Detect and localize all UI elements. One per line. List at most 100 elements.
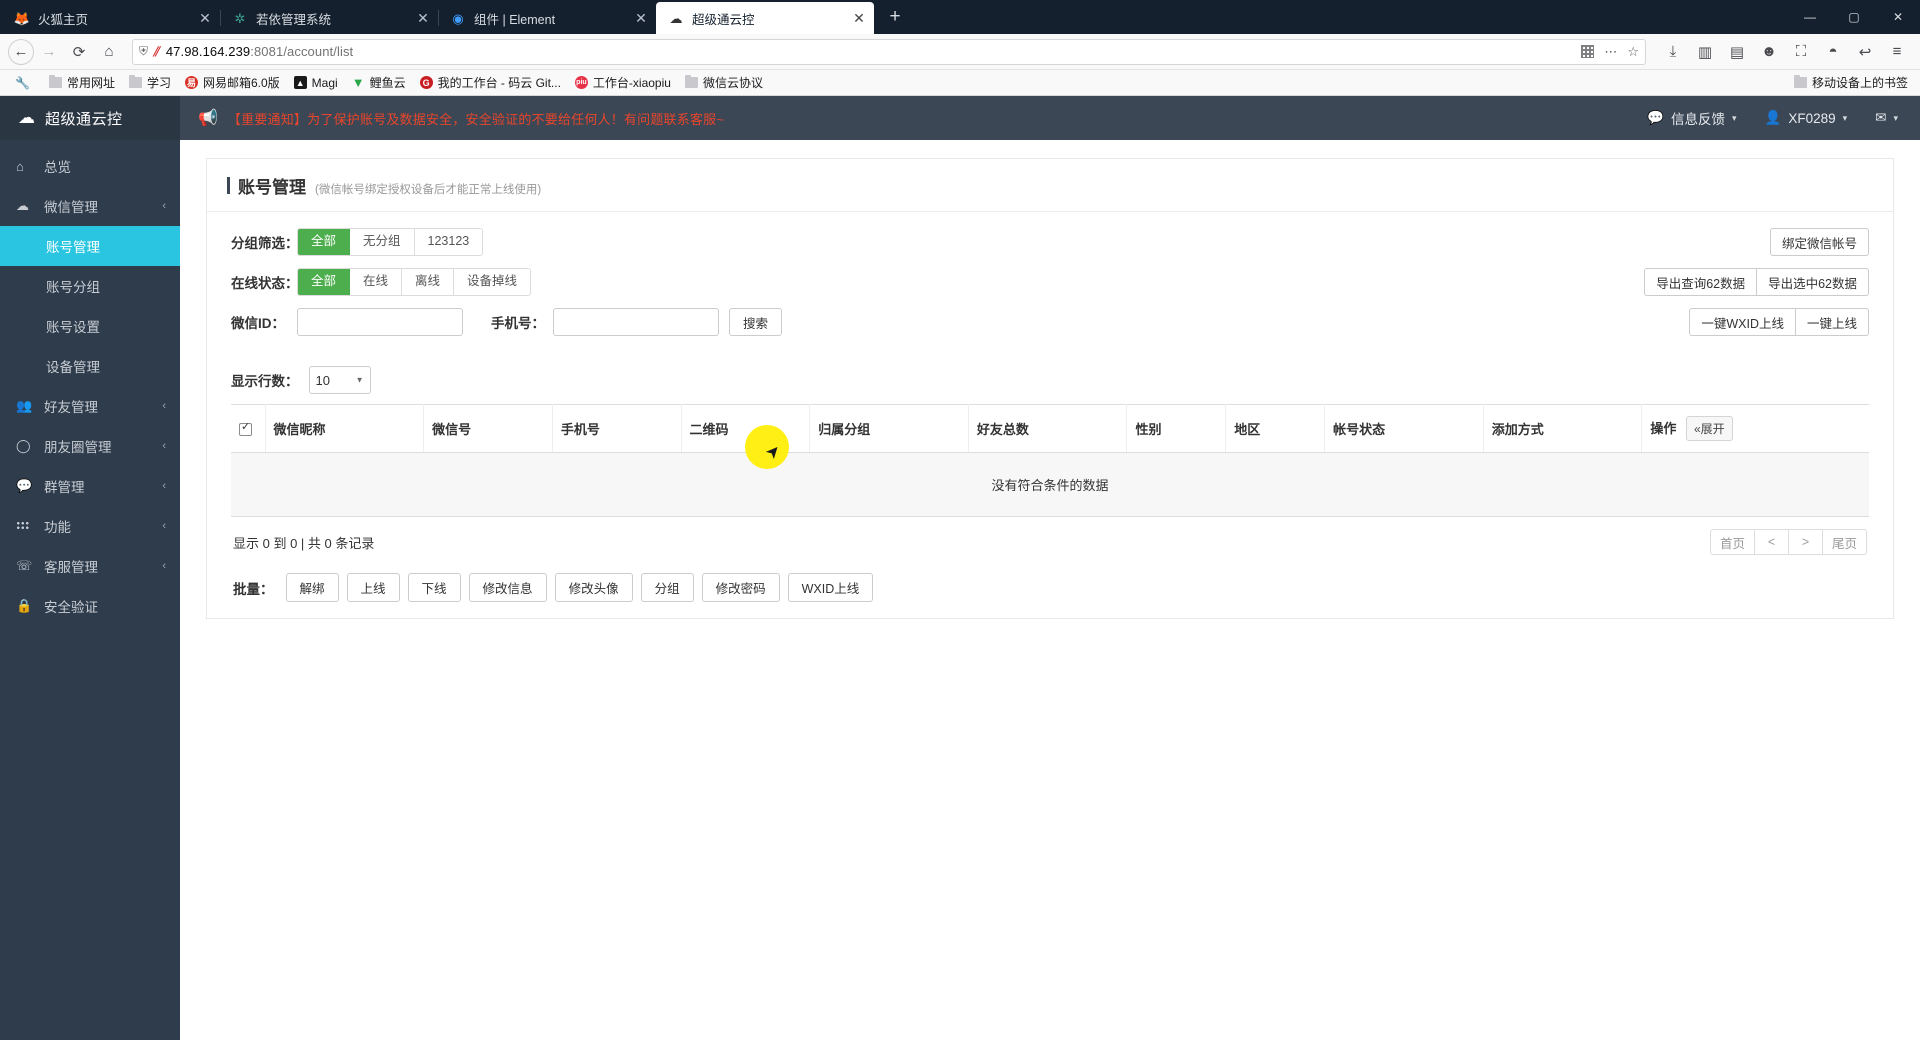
sidebar-item-security-verification[interactable]: 🔒 安全验证 <box>0 586 180 626</box>
reload-icon[interactable]: ⟳ <box>64 37 94 67</box>
url-bar[interactable]: ⛨ ⫽ 47.98.164.239:8081/account/list ⋯ ☆ <box>132 38 1646 65</box>
status-filter-all[interactable]: 全部 <box>298 269 351 295</box>
group-filter-123123[interactable]: 123123 <box>414 229 483 255</box>
library-icon[interactable]: ▥ <box>1690 37 1720 67</box>
select-all-checkbox[interactable] <box>239 421 252 437</box>
rows-per-page-select[interactable]: 10 25 50 100 <box>308 366 371 394</box>
bookmark-item-netease-mail[interactable]: 易 网易邮箱6.0版 <box>178 72 287 94</box>
container-icon[interactable]: ◓ <box>1818 37 1848 67</box>
chevron-left-icon: ‹ <box>162 560 166 572</box>
bookmark-item[interactable]: 🔧 <box>8 72 42 94</box>
status-filter-device-offline[interactable]: 设备掉线 <box>454 269 531 295</box>
browser-tab-1[interactable]: 🦊 火狐主页 ✕ <box>2 2 220 34</box>
close-icon[interactable]: ✕ <box>196 9 214 27</box>
column-nickname[interactable]: 微信昵称 <box>265 404 425 453</box>
maximize-icon[interactable]: ▢ <box>1832 0 1876 34</box>
forward-icon[interactable]: → <box>34 37 64 67</box>
column-wechat-id[interactable]: 微信号 <box>423 404 553 453</box>
pagination-first[interactable]: 首页 <box>1709 529 1755 555</box>
bookmark-item-xuexi[interactable]: 学习 <box>122 72 178 94</box>
close-window-icon[interactable]: ✕ <box>1876 0 1920 34</box>
downloads-icon[interactable]: ⤓ <box>1658 37 1688 67</box>
select-all-header[interactable] <box>231 404 266 453</box>
pagination-next[interactable]: > <box>1788 529 1823 555</box>
sidebar-item-account-settings[interactable]: 账号设置 <box>0 306 180 346</box>
browser-tab-4-active[interactable]: ☁ 超级通云控 ✕ <box>656 2 874 34</box>
batch-unbind-button[interactable]: 解绑 <box>285 573 339 602</box>
clip-icon[interactable]: ⛶ <box>1786 37 1816 67</box>
sidebar-icon[interactable]: ▤ <box>1722 37 1752 67</box>
close-icon[interactable]: ✕ <box>632 9 650 27</box>
group-filter-ungrouped[interactable]: 无分组 <box>350 229 415 255</box>
minimize-icon[interactable]: — <box>1788 0 1832 34</box>
batch-offline-button[interactable]: 下线 <box>407 573 461 602</box>
batch-group-button[interactable]: 分组 <box>640 573 694 602</box>
group-filter-all[interactable]: 全部 <box>298 229 351 255</box>
search-button[interactable]: 搜索 <box>729 308 783 336</box>
close-icon[interactable]: ✕ <box>414 9 432 27</box>
batch-edit-info-button[interactable]: 修改信息 <box>468 573 547 602</box>
sidebar-item-wechat-management[interactable]: ☁ 微信管理 ‹ <box>0 186 180 226</box>
browser-tab-3[interactable]: ◉ 组件 | Element ✕ <box>438 2 656 34</box>
bookmark-item-gitee[interactable]: G 我的工作台 - 码云 Git... <box>413 72 568 94</box>
sidebar-item-account-group[interactable]: 账号分组 <box>0 266 180 306</box>
batch-edit-avatar-button[interactable]: 修改头像 <box>554 573 633 602</box>
column-group[interactable]: 归属分组 <box>809 404 969 453</box>
bookmark-item-mobile[interactable]: 移动设备上的书签 <box>1787 72 1912 94</box>
sidebar-item-group-management[interactable]: 💬 群管理 ‹ <box>0 466 180 506</box>
back-icon[interactable]: ← <box>8 38 34 65</box>
pagination-last[interactable]: 尾页 <box>1822 529 1867 555</box>
column-region[interactable]: 地区 <box>1225 404 1326 453</box>
application: ☁ 超级通云控 ⌂ 总览 ☁ 微信管理 ‹ 账号管理 账号分组 账号设置 设备管… <box>0 96 1920 1040</box>
bind-wechat-account-button[interactable]: 绑定微信帐号 <box>1769 228 1869 256</box>
status-filter-online[interactable]: 在线 <box>350 269 403 295</box>
pagination-prev[interactable]: < <box>1754 529 1789 555</box>
wxid-online-button[interactable]: 一键WXID上线 <box>1689 308 1795 336</box>
broken-lock-icon[interactable]: ⫽ <box>152 44 161 60</box>
sidebar-item-device-management[interactable]: 设备管理 <box>0 346 180 386</box>
column-friend-count[interactable]: 好友总数 <box>968 404 1128 453</box>
expand-button[interactable]: «展开 <box>1685 416 1733 441</box>
brand-logo[interactable]: ☁ 超级通云控 <box>0 96 180 140</box>
status-filter-offline[interactable]: 离线 <box>402 269 455 295</box>
user-menu[interactable]: 👤 XF0289 ▾ <box>1765 110 1848 126</box>
undo-icon[interactable]: ↩ <box>1850 37 1880 67</box>
batch-online-button[interactable]: 上线 <box>346 573 400 602</box>
batch-change-password-button[interactable]: 修改密码 <box>701 573 780 602</box>
grid-icon[interactable] <box>1581 45 1595 58</box>
home-icon[interactable]: ⌂ <box>94 37 124 67</box>
column-add-method[interactable]: 添加方式 <box>1483 404 1643 453</box>
app-menu-icon[interactable]: ≡ <box>1882 37 1912 67</box>
sidebar-item-overview[interactable]: ⌂ 总览 <box>0 146 180 186</box>
batch-wxid-online-button[interactable]: WXID上线 <box>787 573 874 602</box>
column-phone[interactable]: 手机号 <box>552 404 682 453</box>
one-key-online-button[interactable]: 一键上线 <box>1794 308 1869 336</box>
magi-icon: ▲ <box>293 76 307 89</box>
more-icon[interactable]: ⋯ <box>1604 44 1617 60</box>
sidebar-item-friend-management[interactable]: 👥 好友管理 ‹ <box>0 386 180 426</box>
export-query-button[interactable]: 导出查询62数据 <box>1644 268 1757 296</box>
phone-input[interactable] <box>553 308 719 336</box>
bookmark-item-liyuyun[interactable]: ▼ 鲤鱼云 <box>345 72 413 94</box>
browser-tab-2[interactable]: ✲ 若依管理系统 ✕ <box>220 2 438 34</box>
mail-menu[interactable]: ✉ ▾ <box>1875 110 1898 126</box>
feedback-menu[interactable]: 💬 信息反馈 ▾ <box>1647 108 1736 128</box>
bookmark-item-xiaopiu[interactable]: piu 工作台-xiaopiu <box>568 72 678 94</box>
export-selected-button[interactable]: 导出选中62数据 <box>1756 268 1869 296</box>
wxid-input[interactable] <box>297 308 463 336</box>
sidebar-item-functions[interactable]: 功能 ‹ <box>0 506 180 546</box>
column-gender[interactable]: 性别 <box>1126 404 1227 453</box>
bookmark-item-wechat-protocol[interactable]: 微信云协议 <box>678 72 770 94</box>
group-filter-buttons: 全部 无分组 123123 <box>297 228 484 256</box>
sidebar-item-customer-service[interactable]: ☏ 客服管理 ‹ <box>0 546 180 586</box>
bookmark-star-icon[interactable]: ☆ <box>1627 44 1639 60</box>
column-account-status[interactable]: 帐号状态 <box>1324 404 1484 453</box>
bookmark-item-changyongwangzhi[interactable]: 常用网址 <box>42 72 122 94</box>
bookmark-item-magi[interactable]: ▲ Magi <box>287 72 345 94</box>
account-icon[interactable]: ☻ <box>1754 37 1784 67</box>
column-qrcode[interactable]: 二维码 <box>681 404 811 453</box>
close-icon[interactable]: ✕ <box>850 9 868 27</box>
sidebar-item-account-management[interactable]: 账号管理 <box>0 226 180 266</box>
sidebar-item-moments-management[interactable]: ◯ 朋友圈管理 ‹ <box>0 426 180 466</box>
new-tab-button[interactable]: + <box>880 2 910 32</box>
